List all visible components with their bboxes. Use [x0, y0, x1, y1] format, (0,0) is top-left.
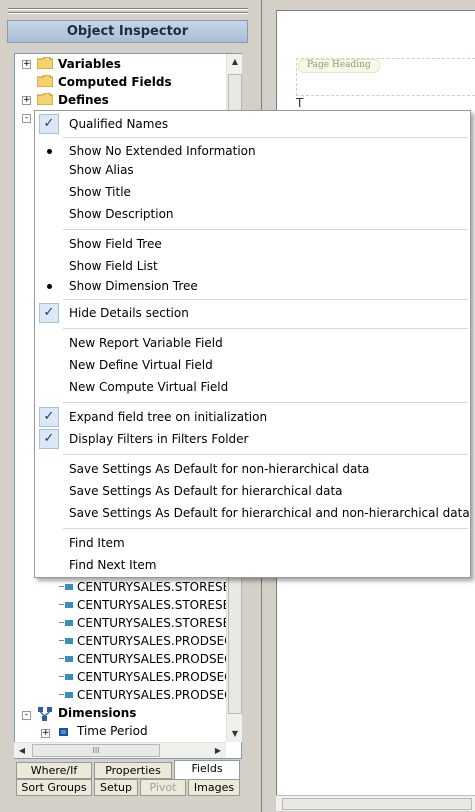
- field-icon: [59, 584, 73, 590]
- panel-grip-highlight: [8, 9, 248, 10]
- field-icon: [59, 674, 73, 680]
- tab-where-if[interactable]: Where/If: [16, 762, 92, 779]
- scroll-thumb[interactable]: III: [32, 744, 160, 757]
- radio-bullet-icon: [47, 149, 52, 154]
- menu-item-show-field-list[interactable]: Show Field List: [37, 256, 468, 276]
- menu-item-new-compute-virtual-field[interactable]: New Compute Virtual Field: [37, 377, 468, 397]
- canvas-horizontal-scrollbar[interactable]: [276, 795, 475, 811]
- field-icon: [59, 656, 73, 662]
- menu-item-show-alias[interactable]: Show Alias: [37, 160, 468, 180]
- tab-properties[interactable]: Properties: [94, 762, 172, 779]
- menu-item-show-title[interactable]: Show Title: [37, 182, 468, 202]
- menu-item-save-defaults-non-hierarchical[interactable]: Save Settings As Default for non-hierarc…: [37, 459, 468, 479]
- scroll-up-arrow-icon[interactable]: ▲: [227, 54, 243, 70]
- page-heading-label: Page Heading: [298, 59, 380, 73]
- tree-field-item[interactable]: CENTURYSALES.PRODSEG.P: [77, 668, 241, 686]
- menu-separator: [63, 137, 468, 138]
- tree-field-item[interactable]: CENTURYSALES.PRODSEG.Q: [77, 650, 241, 668]
- object-inspector-title: Object Inspector: [7, 20, 248, 43]
- scroll-left-arrow-icon[interactable]: ◀: [14, 743, 30, 759]
- menu-separator: [63, 299, 468, 300]
- menu-item-new-define-virtual-field[interactable]: New Define Virtual Field: [37, 355, 468, 375]
- expand-toggle[interactable]: +: [22, 60, 31, 69]
- tab-sort-groups[interactable]: Sort Groups: [16, 779, 92, 796]
- scroll-right-arrow-icon[interactable]: ▶: [210, 743, 226, 759]
- folder-icon: [37, 75, 53, 87]
- tree-item-dimensions[interactable]: Dimensions: [58, 704, 136, 722]
- menu-separator: [63, 328, 468, 329]
- tree-field-item[interactable]: CENTURYSALES.STORESEG.T: [77, 578, 241, 596]
- menu-item-new-report-variable-field[interactable]: New Report Variable Field: [37, 333, 468, 353]
- menu-item-hide-details-section[interactable]: ✓ Hide Details section: [37, 303, 468, 323]
- menu-item-save-defaults-hierarchical[interactable]: Save Settings As Default for hierarchica…: [37, 481, 468, 501]
- scroll-thumb[interactable]: [282, 798, 472, 810]
- tree-item-variables[interactable]: Variables: [58, 55, 121, 73]
- tab-setup[interactable]: Setup: [94, 779, 138, 796]
- hierarchy-icon: [59, 728, 68, 736]
- menu-item-show-description[interactable]: Show Description: [37, 204, 468, 224]
- expand-toggle[interactable]: +: [22, 96, 31, 105]
- collapse-toggle[interactable]: -: [22, 711, 31, 720]
- menu-item-save-defaults-both[interactable]: Save Settings As Default for hierarchica…: [37, 503, 470, 523]
- menu-separator: [63, 528, 468, 529]
- menu-item-display-filters[interactable]: ✓ Display Filters in Filters Folder: [37, 429, 468, 449]
- menu-separator: [63, 454, 468, 455]
- field-icon: [59, 638, 73, 644]
- menu-separator: [63, 229, 468, 230]
- tree-field-item[interactable]: CENTURYSALES.PRODSEG.P: [77, 632, 241, 650]
- expand-toggle[interactable]: -: [22, 114, 31, 123]
- tree-field-item[interactable]: CENTURYSALES.STORESEG.E: [77, 614, 241, 632]
- dimensions-icon: [38, 707, 52, 721]
- checkmark-icon: ✓: [39, 114, 59, 134]
- folder-icon: [37, 93, 53, 105]
- checkmark-icon: ✓: [39, 303, 59, 323]
- radio-bullet-icon: [47, 284, 52, 289]
- text-cursor-icon: T: [296, 96, 304, 110]
- tab-pivot: Pivot: [140, 779, 186, 796]
- tree-item-computed-fields[interactable]: Computed Fields: [58, 73, 172, 91]
- tree-field-item[interactable]: CENTURYSALES.STORESEG.T: [77, 596, 241, 614]
- scroll-down-arrow-icon[interactable]: ▼: [227, 726, 243, 742]
- checkmark-icon: ✓: [39, 429, 59, 449]
- expand-toggle[interactable]: +: [41, 729, 50, 738]
- field-icon: [59, 620, 73, 626]
- menu-separator: [63, 402, 468, 403]
- context-menu: ✓ Qualified Names Show No Extended Infor…: [34, 110, 471, 578]
- menu-item-qualified-names[interactable]: ✓ Qualified Names: [37, 114, 468, 134]
- field-icon: [59, 602, 73, 608]
- field-icon: [59, 692, 73, 698]
- tab-fields[interactable]: Fields: [174, 760, 240, 779]
- menu-item-show-no-extended-information[interactable]: Show No Extended Information: [37, 141, 468, 161]
- menu-item-show-field-tree[interactable]: Show Field Tree: [37, 234, 468, 254]
- folder-icon: [37, 57, 53, 69]
- tree-field-item[interactable]: CENTURYSALES.PRODSEG.C: [77, 686, 241, 704]
- tree-horizontal-scrollbar[interactable]: ◀ III ▶: [14, 742, 226, 758]
- tree-item-defines[interactable]: Defines: [58, 91, 109, 109]
- menu-item-find-item[interactable]: Find Item: [37, 533, 468, 553]
- panel-grip-highlight: [8, 13, 248, 14]
- menu-item-show-dimension-tree[interactable]: Show Dimension Tree: [37, 276, 468, 296]
- tree-item-time-period[interactable]: Time Period: [77, 722, 148, 740]
- tab-images[interactable]: Images: [188, 779, 240, 796]
- checkmark-icon: ✓: [39, 407, 59, 427]
- menu-item-find-next-item[interactable]: Find Next Item: [37, 555, 468, 575]
- menu-item-expand-field-tree[interactable]: ✓ Expand field tree on initialization: [37, 407, 468, 427]
